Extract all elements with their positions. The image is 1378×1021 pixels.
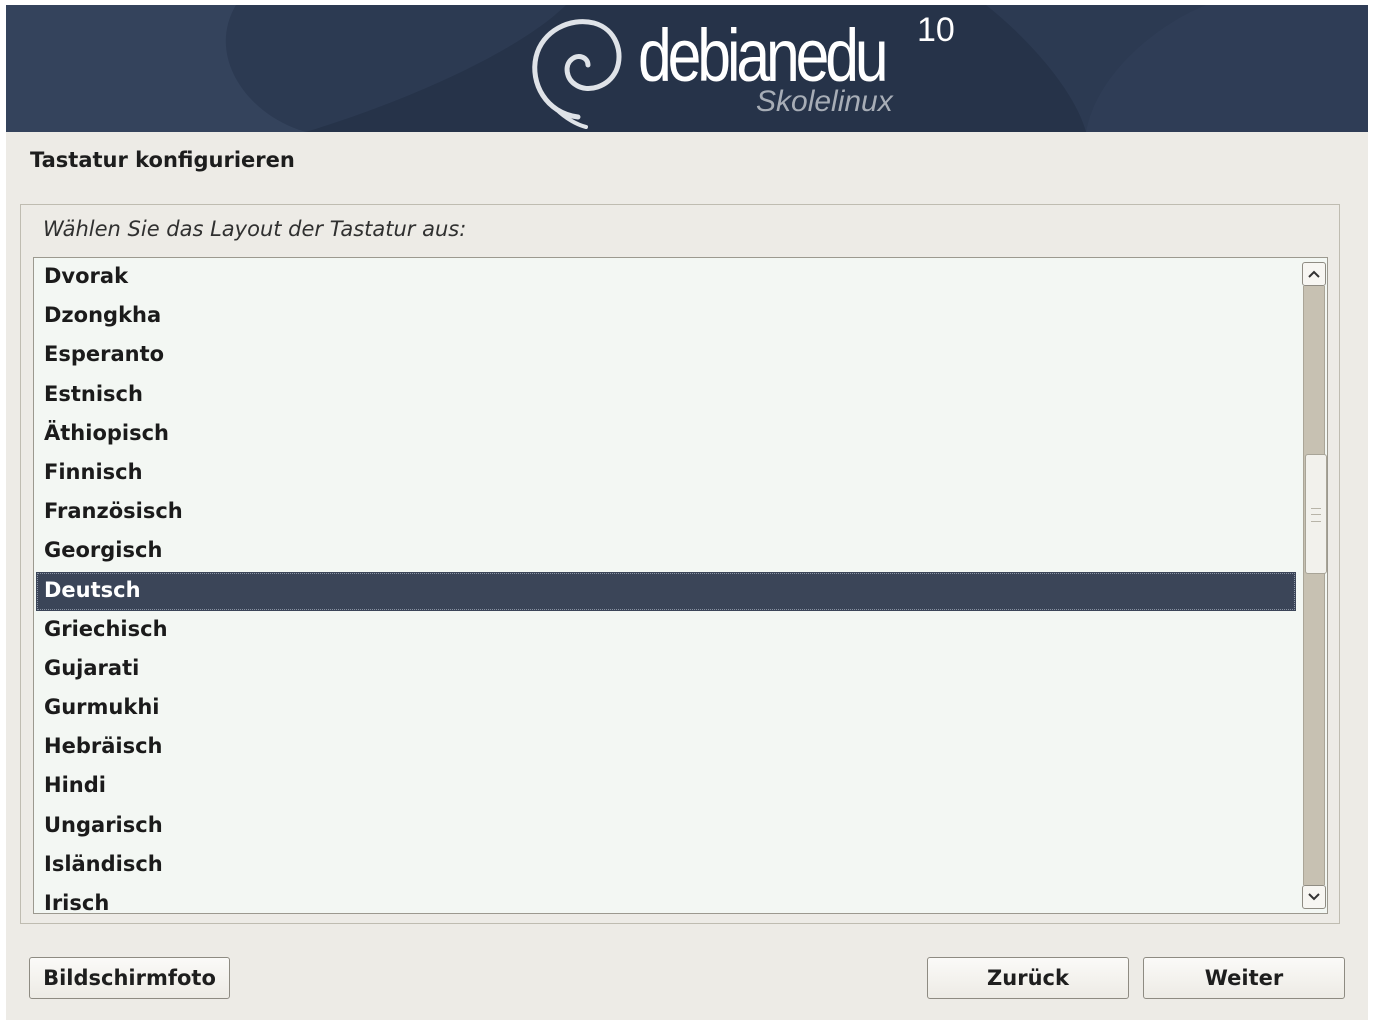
scroll-up-button[interactable] <box>1302 262 1326 286</box>
logo-subtitle: Skolelinux <box>756 85 893 118</box>
page-title: Tastatur konfigurieren <box>30 148 295 172</box>
logo-version: 10 <box>917 11 955 49</box>
list-item[interactable]: Gujarati <box>36 650 1296 689</box>
screenshot-button[interactable]: Bildschirmfoto <box>29 957 230 999</box>
grip-icon <box>1311 508 1321 522</box>
question-prompt: Wählen Sie das Layout der Tastatur aus: <box>43 217 467 241</box>
list-item[interactable]: Griechisch <box>36 611 1296 650</box>
chevron-up-icon <box>1308 270 1320 278</box>
keyboard-layout-list[interactable]: Dvorak Dzongkha Esperanto Estnisch Äthiopisc… <box>33 257 1328 914</box>
list-item[interactable]: Gurmukhi <box>36 689 1296 728</box>
list-item[interactable]: Französisch <box>36 493 1296 532</box>
list-item[interactable]: Dzongkha <box>36 297 1296 336</box>
list-item[interactable]: Deutsch <box>36 571 1296 611</box>
list-item[interactable]: Hindi <box>36 767 1296 806</box>
vertical-scrollbar[interactable] <box>1302 262 1327 909</box>
scroll-down-button[interactable] <box>1302 885 1326 909</box>
logo-wordmark: debianedu <box>638 14 889 97</box>
header-banner: debianedu 10 Skolelinux <box>6 5 1368 132</box>
list-item[interactable]: Isländisch <box>36 846 1296 885</box>
list-item[interactable]: Esperanto <box>36 336 1296 375</box>
list-item[interactable]: Georgisch <box>36 532 1296 571</box>
list-item[interactable]: Äthiopisch <box>36 415 1296 454</box>
scroll-thumb[interactable] <box>1305 454 1327 574</box>
back-button[interactable]: Zurück <box>927 957 1129 999</box>
continue-button[interactable]: Weiter <box>1143 957 1345 999</box>
list-items: Dvorak Dzongkha Esperanto Estnisch Äthiopisc… <box>36 258 1296 913</box>
list-item[interactable]: Irisch <box>36 885 1296 913</box>
list-item[interactable]: Estnisch <box>36 376 1296 415</box>
list-item[interactable]: Hebräisch <box>36 728 1296 767</box>
scroll-track[interactable] <box>1303 286 1327 885</box>
list-item[interactable]: Finnisch <box>36 454 1296 493</box>
chevron-down-icon <box>1308 893 1320 901</box>
list-item[interactable]: Ungarisch <box>36 807 1296 846</box>
debian-swirl-icon <box>532 19 622 129</box>
list-item[interactable]: Dvorak <box>36 258 1296 297</box>
